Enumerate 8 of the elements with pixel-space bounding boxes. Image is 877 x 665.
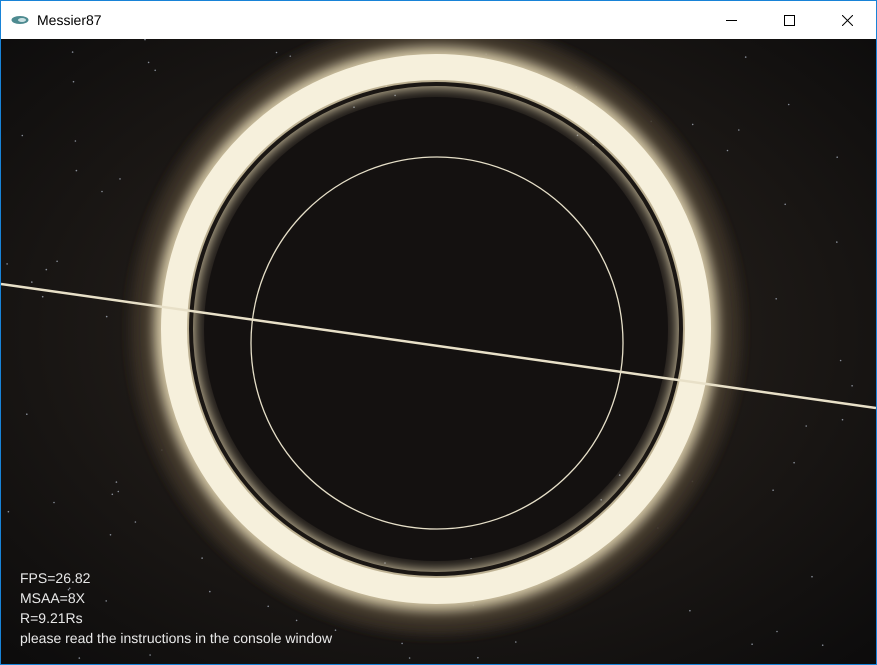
info-text: MSAA=8X [20, 589, 86, 608]
info-text: FPS=26.82 [20, 569, 92, 588]
maximize-icon [784, 14, 794, 26]
app-icon [11, 15, 29, 25]
window-title: Messier87 [37, 12, 102, 28]
info-text: R=9.21Rs [20, 609, 84, 628]
info-text: please read the instructions in the console window [20, 629, 332, 648]
close-icon [842, 14, 852, 26]
